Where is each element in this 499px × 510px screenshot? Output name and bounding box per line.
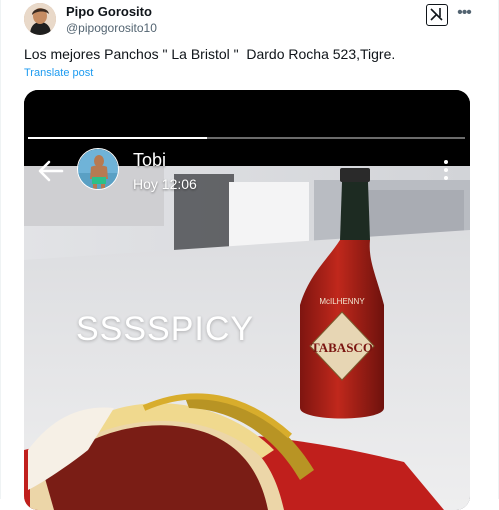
author-handle[interactable]: @pipogorosito10 bbox=[66, 21, 157, 35]
svg-text:TABASCO: TABASCO bbox=[311, 340, 373, 355]
tweet-text: Los mejores Panchos " La Bristol " Dardo… bbox=[24, 46, 396, 62]
author-name[interactable]: Pipo Gorosito bbox=[66, 4, 152, 19]
story-timestamp: Hoy 12:06 bbox=[133, 176, 197, 192]
story-username[interactable]: Tobi bbox=[133, 150, 166, 171]
more-vertical-icon[interactable] bbox=[438, 158, 454, 182]
author-avatar[interactable] bbox=[24, 3, 56, 35]
translate-post-link[interactable]: Translate post bbox=[24, 67, 93, 79]
svg-text:McILHENNY: McILHENNY bbox=[319, 297, 365, 306]
arrow-left-icon[interactable] bbox=[36, 156, 66, 186]
story-progress-bar bbox=[28, 137, 465, 139]
story-user-avatar[interactable] bbox=[77, 148, 119, 190]
story-progress-fill bbox=[28, 137, 208, 139]
more-horizontal-icon[interactable]: ••• bbox=[456, 4, 472, 24]
story-caption: SSSSPICY bbox=[76, 310, 255, 348]
grok-icon[interactable] bbox=[426, 4, 448, 26]
timeline-border-left bbox=[0, 0, 1, 499]
tweet-media-image[interactable]: TABASCO McILHENNY Tobi Hoy 12:06 SSSSPIC… bbox=[24, 90, 470, 510]
